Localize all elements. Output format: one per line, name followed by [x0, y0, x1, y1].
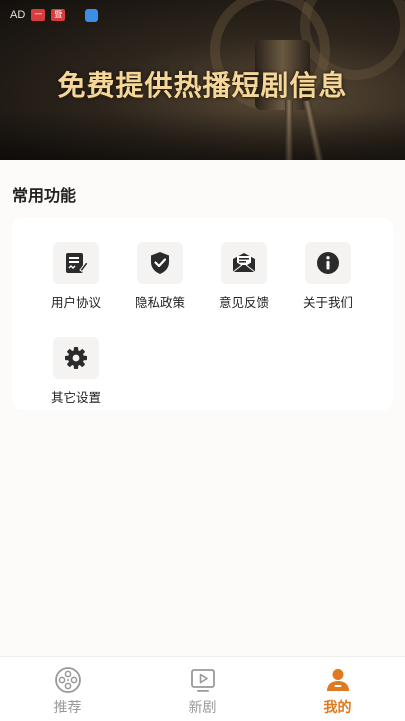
function-label: 关于我们	[302, 295, 353, 310]
notification-badge: 一	[31, 9, 46, 21]
user-agreement-button[interactable]: 用户协议	[34, 242, 118, 311]
info-icon	[305, 242, 351, 284]
functions-grid: 用户协议 隐私政策 意见反馈 关于我们 其它设置	[12, 242, 393, 406]
status-text: AD	[10, 9, 26, 21]
function-label: 意见反馈	[218, 295, 269, 310]
film-reel-icon	[54, 667, 81, 693]
function-label: 用户协议	[50, 295, 101, 310]
bottom-tab-bar: 推荐 新剧 我的	[0, 656, 405, 721]
status-bar: AD 一 暨	[10, 6, 99, 24]
tab-new-dramas[interactable]: 新剧	[135, 657, 270, 721]
tab-recommend[interactable]: 推荐	[0, 657, 135, 721]
function-label: 其它设置	[50, 390, 101, 405]
banner: AD 一 暨 免费提供热播短剧信息	[0, 0, 405, 160]
banner-title: 免费提供热播短剧信息	[57, 69, 348, 102]
cloud-icon	[85, 8, 99, 22]
feedback-button[interactable]: 意见反馈	[202, 242, 286, 311]
function-label: 隐私政策	[134, 295, 185, 310]
notification-badge: 暨	[51, 9, 66, 21]
tab-label: 新剧	[188, 700, 217, 716]
about-us-button[interactable]: 关于我们	[286, 242, 370, 311]
privacy-policy-button[interactable]: 隐私政策	[118, 242, 202, 311]
document-icon	[53, 242, 99, 284]
shield-check-icon	[137, 242, 183, 284]
play-box-icon	[190, 669, 215, 692]
banner-shade	[0, 110, 405, 160]
gear-icon	[53, 337, 99, 379]
functions-card: 用户协议 隐私政策 意见反馈 关于我们 其它设置	[12, 218, 393, 410]
tab-mine[interactable]: 我的	[270, 657, 405, 721]
section-title: 常用功能	[12, 186, 77, 205]
tab-label: 推荐	[53, 700, 82, 716]
other-settings-button[interactable]: 其它设置	[34, 337, 118, 406]
user-icon	[326, 669, 349, 691]
tab-label: 我的	[323, 700, 352, 716]
mail-icon	[221, 242, 267, 284]
